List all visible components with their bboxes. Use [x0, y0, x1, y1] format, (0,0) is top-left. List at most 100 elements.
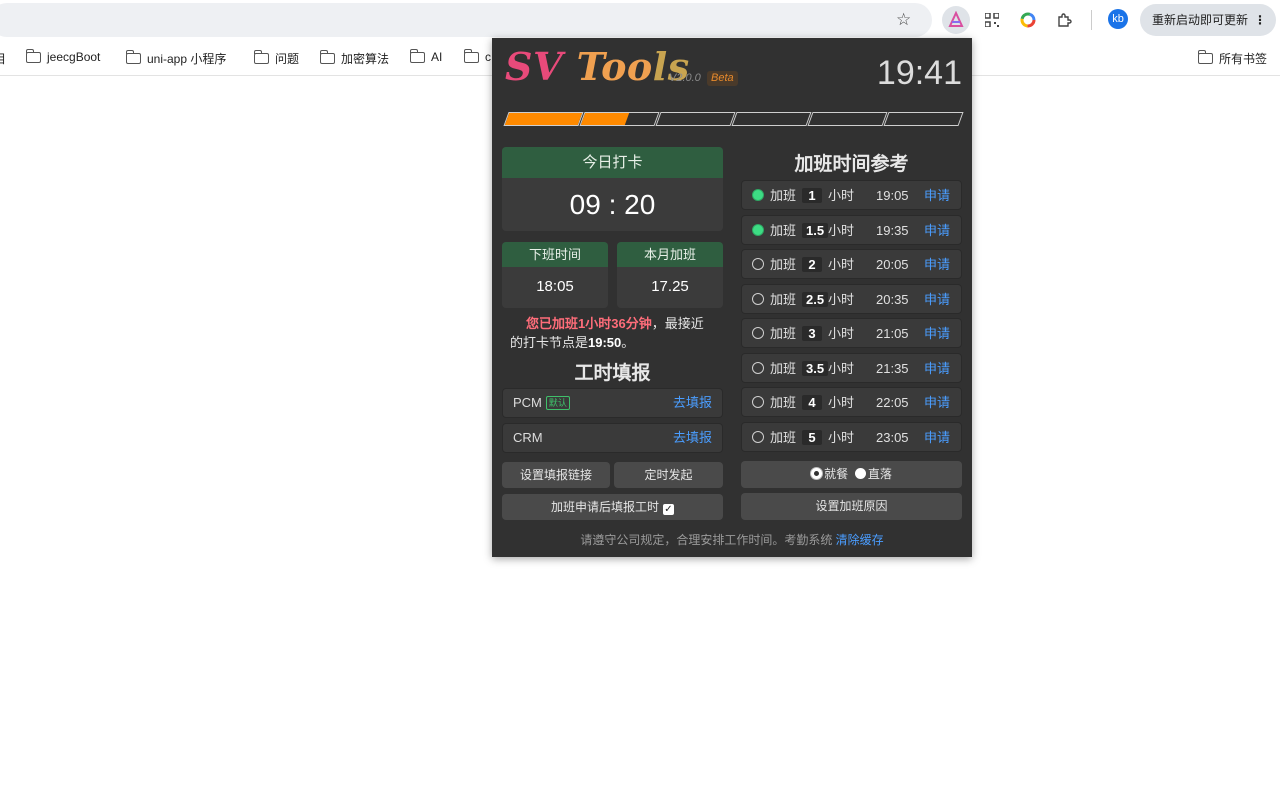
overtime-hours: 1 [802, 188, 822, 203]
schedule-button[interactable]: 定时发起 [614, 462, 723, 488]
timesheet-name: PCM [513, 395, 542, 410]
overtime-time: 19:05 [876, 188, 909, 203]
apply-overtime-link[interactable]: 申请 [924, 361, 950, 376]
profile-avatar[interactable]: kb [1108, 9, 1128, 29]
overtime-time: 21:35 [876, 360, 909, 376]
apply-overtime-link[interactable]: 申请 [924, 395, 950, 410]
overtime-prefix: 加班 [770, 326, 797, 341]
month-overtime-label: 本月加班 [617, 242, 723, 267]
bookmark-cut-item[interactable]: 目 [0, 50, 6, 67]
checkin-card: 今日打卡 09 : 20 [502, 147, 723, 231]
msg-duration: 1小时36分钟 [578, 316, 652, 331]
progress-segment [503, 112, 584, 126]
offwork-label: 下班时间 [502, 242, 608, 267]
sv-tools-popup: SV Tools V2.0.0 Beta 19:41 今日打卡 09 : 20 … [492, 38, 972, 557]
overtime-unit: 小时 [828, 188, 855, 203]
msg-prefix: 您已加班 [526, 316, 579, 331]
overtime-unit: 小时 [828, 326, 855, 341]
overtime-prefix: 加班 [770, 222, 797, 238]
progress-segment-fill [504, 113, 583, 125]
bookmark-label: uni-app 小程序 [147, 52, 227, 66]
more-menu-icon[interactable]: ⋮ [1254, 4, 1266, 36]
folder-icon [463, 48, 479, 63]
overtime-row: 加班 3 小时 21:05 申请 [741, 318, 962, 348]
overtime-time: 22:05 [876, 395, 909, 410]
bookmark-folder-uniapp[interactable]: uni-app 小程序 [125, 50, 227, 67]
bookmark-label: c [485, 50, 491, 64]
overtime-reference-title: 加班时间参考 [794, 154, 909, 175]
radio-home[interactable]: 直落 [854, 467, 892, 481]
progress-segment [883, 112, 964, 126]
color-extension-icon[interactable] [1014, 6, 1042, 34]
overtime-row: 加班 5 小时 23:05 申请 [741, 421, 962, 452]
overtime-row: 加班 2.5 小时 20:35 申请 [741, 283, 962, 314]
current-time: 19:41 [876, 54, 962, 92]
overtime-row: 加班 2 小时 20:05 申请 [741, 249, 962, 279]
browser-toolbar: ☆ kb 重新启动即可更新 ⋮ [0, 0, 1280, 40]
overtime-hours: 3.5 [802, 360, 829, 376]
overtime-row: 加班 4 小时 22:05 申请 [741, 387, 962, 417]
offwork-card: 下班时间 18:05 [502, 242, 608, 308]
overtime-row: 加班 1 小时 19:05 申请 [741, 180, 962, 210]
apply-overtime-link[interactable]: 申请 [924, 188, 950, 203]
status-done-icon [752, 189, 764, 201]
logo-text-part: SV [505, 44, 577, 89]
address-bar[interactable] [0, 3, 932, 37]
after-apply-fill-toggle[interactable]: 加班申请后填报工时 ✓ [502, 494, 723, 520]
set-overtime-reason-button[interactable]: 设置加班原因 [741, 493, 962, 520]
progress-segment [731, 112, 812, 126]
apply-overtime-link[interactable]: 申请 [924, 326, 950, 341]
extensions-puzzle-icon[interactable] [1050, 6, 1078, 34]
sv-tools-extension-icon[interactable] [942, 6, 970, 34]
set-link-button[interactable]: 设置填报链接 [502, 462, 610, 488]
clear-cache-link[interactable]: 清除缓存 [836, 533, 884, 547]
after-apply-label: 加班申请后填报工时 [550, 500, 659, 514]
fill-crm-link[interactable]: 去填报 [673, 424, 712, 452]
radio-dine-label: 就餐 [824, 467, 849, 481]
radio-dine[interactable]: 就餐 [811, 467, 848, 481]
folder-icon [1197, 50, 1213, 64]
overtime-hours: 5 [802, 429, 822, 445]
radio-unselected-icon [854, 468, 866, 479]
status-pending-icon [752, 430, 764, 443]
bookmark-folder-jeecgboot[interactable]: jeecgBoot [25, 48, 100, 64]
qrcode-extension-icon[interactable] [978, 6, 1006, 34]
checkbox-checked-icon[interactable]: ✓ [663, 504, 674, 515]
overtime-time: 20:35 [876, 291, 909, 307]
bookmark-folder-c[interactable]: c [463, 48, 491, 64]
timesheet-title: 工时填报 [574, 363, 651, 384]
overtime-unit: 小时 [828, 360, 855, 376]
progress-segment [579, 112, 660, 126]
overtime-hours: 2 [802, 257, 822, 272]
overtime-message: 您已加班1小时36分钟，最接近的打卡节点是19:50。 [510, 314, 715, 352]
overtime-prefix: 加班 [770, 429, 797, 445]
overtime-prefix: 加班 [770, 360, 797, 376]
timesheet-row-crm: CRM 去填报 [502, 423, 723, 453]
fill-pcm-link[interactable]: 去填报 [673, 389, 712, 417]
footer-note: 请遵守公司规定，合理安排工作时间。考勤系统 清除缓存 [492, 531, 972, 548]
apply-overtime-link[interactable]: 申请 [924, 430, 950, 445]
bookmark-folder-ai[interactable]: AI [409, 48, 443, 64]
radio-home-label: 直落 [867, 467, 892, 481]
bookmark-folder-jiami[interactable]: 加密算法 [319, 50, 389, 67]
overtime-row: 加班 1.5 小时 19:35 申请 [741, 214, 962, 245]
overtime-unit: 小时 [828, 395, 855, 410]
apply-overtime-link[interactable]: 申请 [924, 292, 950, 307]
bookmark-label: AI [431, 50, 443, 64]
bookmark-cut-label: 目 [0, 52, 7, 66]
apply-overtime-link[interactable]: 申请 [924, 257, 950, 272]
apply-overtime-link[interactable]: 申请 [924, 223, 950, 238]
all-bookmarks-folder[interactable]: 所有书签 [1197, 50, 1267, 67]
overtime-unit: 小时 [828, 257, 855, 272]
progress-segment-fill [580, 113, 629, 125]
status-pending-icon [752, 361, 764, 374]
status-pending-icon [752, 292, 764, 305]
status-pending-icon [752, 396, 764, 408]
restart-update-button[interactable]: 重新启动即可更新 ⋮ [1140, 4, 1276, 36]
bookmark-star-icon[interactable]: ☆ [896, 10, 911, 30]
bookmark-folder-wenti[interactable]: 问题 [253, 50, 299, 67]
folder-icon [319, 50, 335, 64]
default-tag: 默认 [545, 396, 570, 410]
folder-icon [25, 48, 41, 63]
folder-icon [253, 50, 269, 64]
